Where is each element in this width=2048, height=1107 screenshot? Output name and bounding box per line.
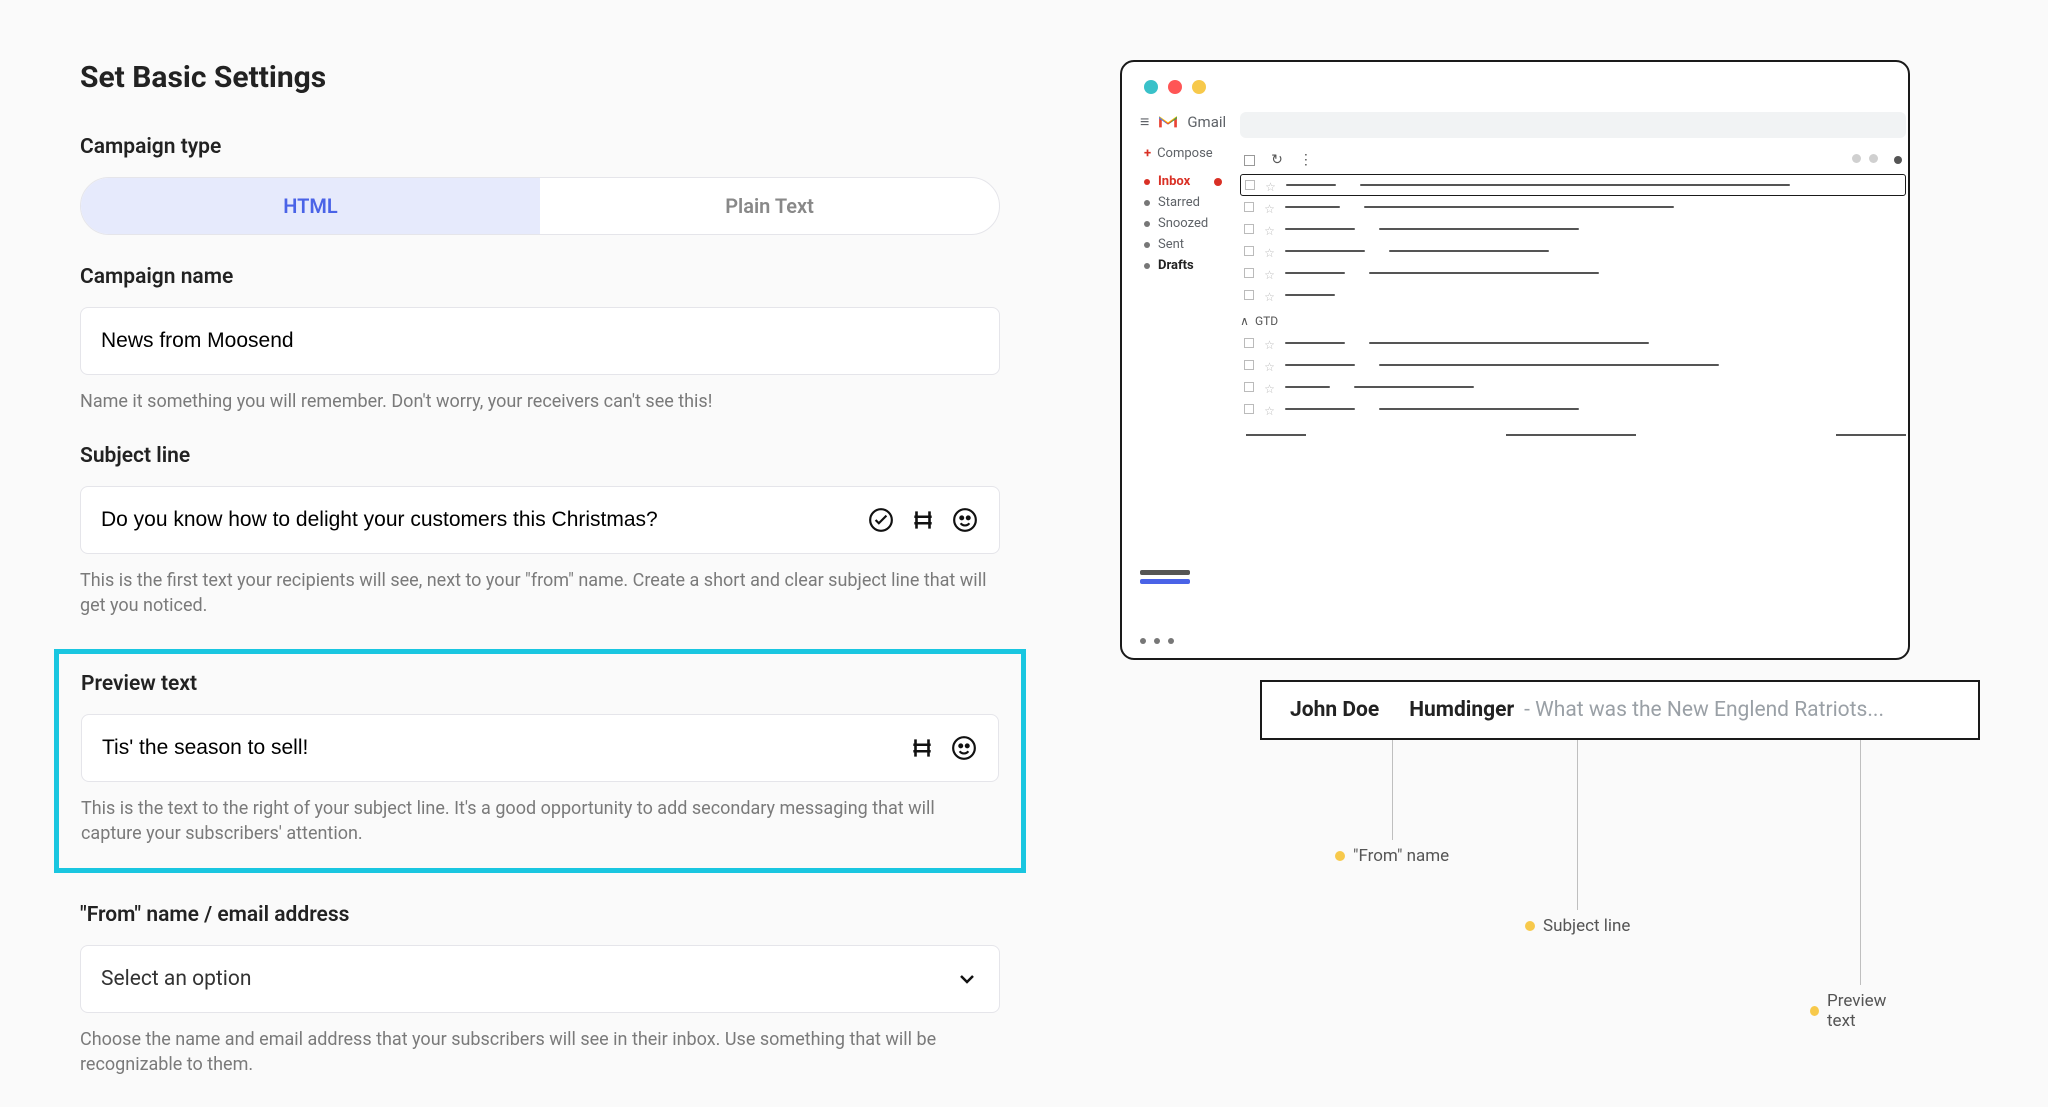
gmail-compose: + Compose (1144, 146, 1226, 161)
gmail-nav-starred: Starred (1140, 192, 1226, 213)
campaign-type-html[interactable]: HTML (81, 178, 540, 234)
campaign-type-label: Campaign type (80, 135, 1000, 159)
gmail-sidebar: ≡ Gmail + Compose Inbox Starred Snoozed … (1140, 112, 1226, 619)
gmail-logo-icon (1157, 114, 1179, 130)
gmail-brand-label: Gmail (1187, 113, 1226, 131)
personalization-icon[interactable] (909, 506, 937, 534)
gmail-footer-icon (1140, 570, 1190, 644)
gmail-msg-row (1240, 218, 1906, 240)
gmail-nav-sent: Sent (1140, 234, 1226, 255)
campaign-name-input[interactable] (101, 329, 979, 353)
from-field-label: "From" name / email address (80, 903, 1000, 927)
from-field-block: "From" name / email address Select an op… (80, 903, 1000, 1077)
gmail-msg-row (1240, 284, 1906, 306)
subject-line-label: Subject line (80, 444, 1000, 468)
popout-subject: Humdinger (1409, 698, 1514, 722)
gmail-search-bar (1240, 112, 1906, 138)
gmail-msg-row (1240, 332, 1906, 354)
gmail-brand: ≡ Gmail (1140, 112, 1226, 132)
subject-line-hint: This is the first text your recipients w… (80, 568, 1000, 618)
callout-preview: Preview text (1810, 740, 1910, 1031)
gmail-msg-row (1240, 196, 1906, 218)
from-field-placeholder: Select an option (101, 967, 251, 991)
popout-preview: - What was the New Englend Ratriots... (1524, 698, 1884, 722)
campaign-type-plain[interactable]: Plain Text (540, 178, 999, 234)
campaign-name-label: Campaign name (80, 265, 1000, 289)
subject-line-block: Subject line This is the first text your… (80, 444, 1000, 618)
callout-subject: Subject line (1525, 740, 1630, 936)
traffic-dot-3 (1192, 80, 1206, 94)
emoji-icon[interactable] (950, 734, 978, 762)
popout-from: John Doe (1290, 698, 1379, 722)
spam-check-icon[interactable] (867, 506, 895, 534)
page-title: Set Basic Settings (80, 60, 1000, 95)
from-field-hint: Choose the name and email address that y… (80, 1027, 1000, 1077)
gmail-msg-row (1240, 376, 1906, 398)
gmail-msg-row (1240, 262, 1906, 284)
preview-text-label: Preview text (81, 672, 999, 696)
gmail-nav-drafts: Drafts (1140, 255, 1226, 276)
gmail-msg-row (1240, 174, 1906, 196)
inbox-preview: ≡ Gmail + Compose Inbox Starred Snoozed … (1120, 60, 1910, 1107)
preview-text-input[interactable] (102, 736, 896, 760)
subject-line-input-wrap (80, 486, 1000, 554)
subject-line-input[interactable] (101, 508, 855, 532)
gmail-msg-row (1240, 354, 1906, 376)
traffic-dot-1 (1144, 80, 1158, 94)
gmail-msg-row (1240, 240, 1906, 262)
campaign-name-block: Campaign name Name it something you will… (80, 265, 1000, 414)
gmail-msg-row (1240, 398, 1906, 420)
plus-icon: + (1144, 146, 1151, 161)
browser-window: ≡ Gmail + Compose Inbox Starred Snoozed … (1120, 60, 1910, 660)
campaign-name-input-wrap (80, 307, 1000, 375)
window-traffic-lights (1122, 62, 1908, 104)
campaign-type-block: Campaign type HTML Plain Text (80, 135, 1000, 235)
preview-text-hint: This is the text to the right of your su… (81, 796, 999, 846)
compose-label: Compose (1157, 146, 1213, 161)
email-preview-popout: John Doe Humdinger - What was the New En… (1260, 680, 1980, 740)
campaign-type-toggle: HTML Plain Text (80, 177, 1000, 235)
preview-text-highlight: Preview text This is the text to the rig… (54, 649, 1026, 873)
gmail-nav-inbox: Inbox (1140, 171, 1226, 192)
traffic-dot-2 (1168, 80, 1182, 94)
preview-text-input-wrap (81, 714, 999, 782)
personalization-icon[interactable] (908, 734, 936, 762)
gmail-main: ↻⋮ ∧GTD (1240, 112, 1906, 619)
campaign-name-hint: Name it something you will remember. Don… (80, 389, 1000, 414)
from-field-select[interactable]: Select an option (80, 945, 1000, 1013)
chevron-down-icon (955, 967, 979, 991)
emoji-icon[interactable] (951, 506, 979, 534)
callout-from: "From" name (1335, 740, 1449, 866)
gmail-toolbar: ↻⋮ (1240, 152, 1906, 168)
gmail-section-gtd: ∧GTD (1240, 314, 1906, 328)
gmail-nav-snoozed: Snoozed (1140, 213, 1226, 234)
